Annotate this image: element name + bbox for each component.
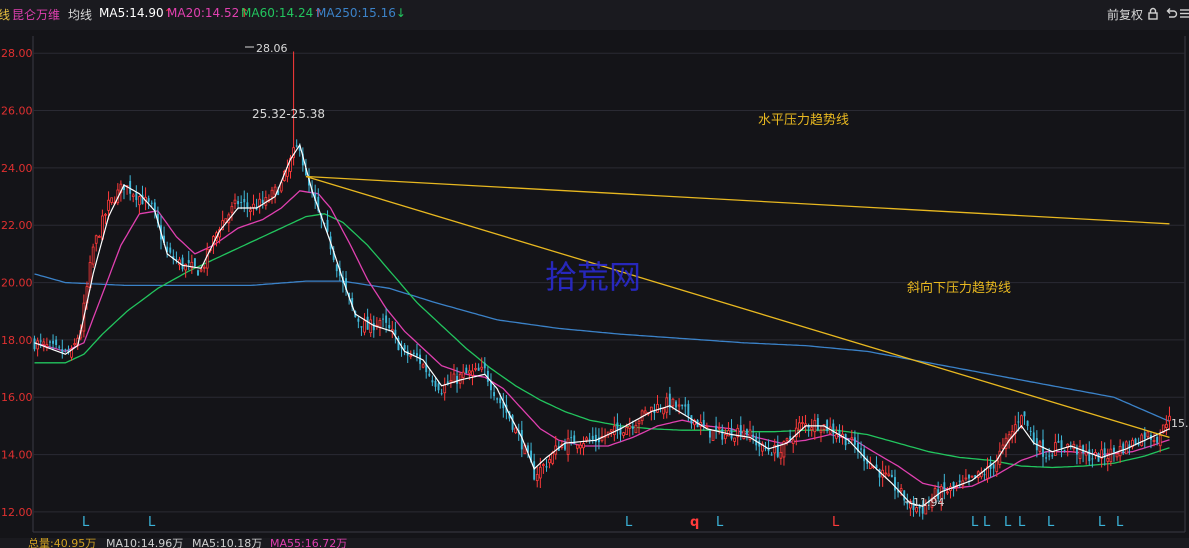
candlestick-chart[interactable]: 12.00 14.00 16.00 18.00 20.00 22.00 24.00 26.00… (0, 30, 1189, 538)
high-label: 28.06 (256, 42, 288, 55)
ma250-legend: MA250:15.16↓ (316, 6, 406, 20)
candle (511, 414, 514, 433)
ma20-label: MA20:14.52 (167, 6, 240, 20)
signal-marker: L (1098, 515, 1106, 530)
horizontal-line-label: 水平压力趋势线 (758, 112, 849, 128)
signal-marker: L (1116, 515, 1124, 530)
signal-marker: L (832, 515, 840, 530)
ma5-legend: MA5:14.90↑ (99, 6, 174, 20)
indicator-label[interactable]: 均线 (68, 6, 92, 23)
volume-ma55: MA55:16.72万 (270, 538, 348, 548)
y-tick-label: 18.00 (1, 334, 33, 347)
ma250-arrow: ↓ (395, 6, 406, 20)
adjust-label[interactable]: 前复权 (1107, 6, 1143, 23)
ma20-legend: MA20:14.52↑ (167, 6, 249, 20)
candle (711, 429, 715, 441)
volume-total: 总量:40.95万 (28, 538, 97, 548)
signal-marker: L (625, 515, 633, 530)
ma60-label: MA60:14.24 (241, 6, 314, 20)
signal-marker: L (971, 515, 979, 530)
watermark: 拾荒网 (545, 258, 641, 296)
low-label: 11.94 (913, 496, 945, 509)
y-tick-label: 20.00 (1, 277, 33, 290)
candle (1140, 433, 1144, 447)
candle (197, 269, 199, 276)
volume-legend: 总量:40.95万 MA10:14.96万 MA5:10.18万 MA55:16… (0, 538, 1189, 548)
y-tick-label: 24.00 (1, 162, 33, 175)
candle (91, 243, 95, 268)
y-tick-label: 26.00 (1, 105, 33, 118)
volume-ma10: MA10:14.96万 (106, 538, 184, 548)
y-tick-label: 16.00 (1, 391, 33, 404)
candle (1124, 440, 1128, 455)
y-tick-label: 22.00 (1, 219, 33, 232)
menu-icon[interactable] (1177, 7, 1189, 21)
right-price-label: 15.0 (1171, 417, 1189, 430)
ma250-label: MA250:15.16 (316, 6, 396, 20)
ma60-legend: MA60:14.24↑ (241, 6, 323, 20)
volume-ma5: MA5:10.18万 (192, 538, 263, 548)
y-tick-label: 14.00 (1, 449, 33, 462)
signal-marker: L (716, 515, 724, 530)
y-tick-label: 28.00 (1, 47, 33, 60)
candle (193, 257, 196, 268)
stock-prefix: 线 (0, 8, 11, 22)
undo-icon[interactable] (1164, 7, 1178, 21)
y-tick-label: 12.00 (1, 506, 33, 519)
stock-name[interactable]: 昆仑万维 (12, 6, 60, 23)
signal-marker: L (1047, 515, 1055, 530)
chart-header: 线 昆仑万维 均线 MA5:14.90↑ MA20:14.52↑ MA60:14… (0, 0, 1189, 31)
signal-marker: L (1018, 515, 1026, 530)
diagonal-line-label: 斜向下压力趋势线 (907, 280, 1011, 296)
candle (1122, 441, 1125, 456)
signal-marker: L (148, 515, 156, 530)
signal-marker: q (690, 515, 699, 530)
range-label: 25.32-25.38 (252, 107, 325, 121)
lock-icon[interactable] (1146, 7, 1160, 21)
signal-marker: L (82, 515, 90, 530)
signal-marker: L (1004, 515, 1012, 530)
signal-marker: L (983, 515, 991, 530)
ma5-label: MA5:14.90 (99, 6, 164, 20)
